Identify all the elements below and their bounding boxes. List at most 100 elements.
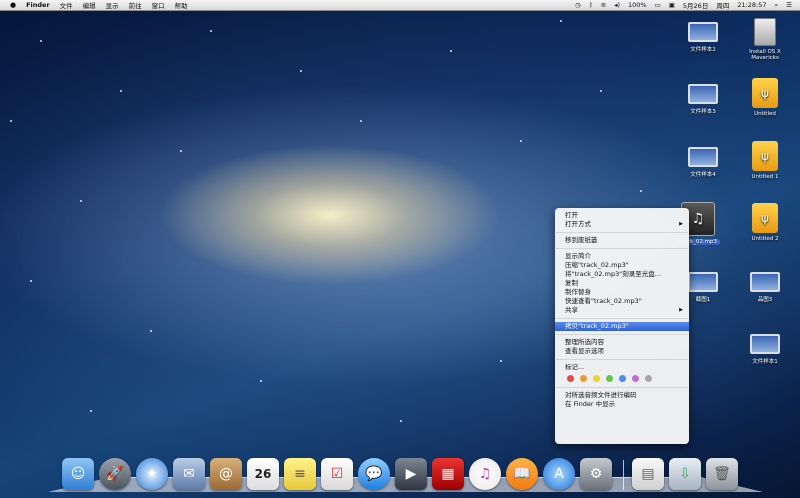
ctx-quick-look[interactable]: 快速查看"track_02.mp3" [555, 297, 689, 306]
context-menu: 打开 打开方式 ▶ 移到废纸篓 显示简介 压缩"track_02.mp3" 将"… [555, 208, 689, 444]
trash-icon[interactable]: 🗑 [706, 458, 738, 490]
submenu-arrow-icon: ▶ [679, 221, 683, 227]
ctx-make-alias[interactable]: 制作替身 [555, 288, 689, 297]
menu-window[interactable]: 窗口 [152, 0, 165, 10]
tag-yellow[interactable] [593, 374, 600, 382]
desktop-icon-label: 文件样本4 [690, 172, 716, 178]
tag-green[interactable] [606, 374, 613, 382]
tag-red[interactable] [567, 374, 574, 382]
desktop-icon-doc4[interactable]: 文件样本4 [675, 147, 731, 178]
tag-orange[interactable] [580, 374, 587, 382]
screenshot-file-icon [750, 334, 780, 354]
ctx-open-with-label: 打开方式 [565, 220, 591, 228]
menu-view[interactable]: 显示 [106, 0, 119, 10]
calendar-icon[interactable]: 26 [247, 458, 279, 490]
ctx-duplicate[interactable]: 复制 [555, 279, 689, 288]
screenshot-file-icon [688, 22, 718, 42]
ctx-burn[interactable]: 将"track_02.mp3"刻录至光盘... [555, 270, 689, 279]
system-preferences-icon[interactable]: ⚙ [580, 458, 612, 490]
tag-gray[interactable] [645, 374, 652, 382]
desktop-icon-label: 品图3 [757, 297, 773, 303]
document-stack-icon[interactable]: ▤ [632, 458, 664, 490]
ctx-share[interactable]: 共享 ▶ [555, 306, 689, 315]
ctx-clean-up[interactable]: 整理所选内容 [555, 338, 689, 347]
ctx-get-info[interactable]: 显示简介 [555, 252, 689, 261]
ctx-view-options[interactable]: 查看显示选项 [555, 347, 689, 356]
desktop-icon-label: Untitled [754, 111, 776, 117]
bluetooth-icon[interactable]: ᛒ [589, 1, 593, 9]
ctx-copy-item[interactable]: 拷贝"track_02.mp3" [555, 322, 689, 331]
ibooks-icon[interactable]: 📖 [506, 458, 538, 490]
contacts-icon[interactable]: @ [210, 458, 242, 490]
launchpad-icon[interactable]: 🚀 [99, 458, 131, 490]
desktop-icon-doc1[interactable]: 文件样本1 [737, 334, 793, 365]
ctx-open[interactable]: 打开 [555, 211, 689, 220]
ctx-encode-audio[interactable]: 对所选音频文件进行编码 [555, 391, 689, 400]
desktop-icon-untitled[interactable]: ψ Untitled [737, 78, 793, 117]
notification-center-icon[interactable]: ☰ [786, 1, 792, 9]
finder-icon[interactable]: ☺ [62, 458, 94, 490]
battery-percent[interactable]: 100% [628, 1, 647, 9]
menu-divider [556, 318, 688, 319]
menu-file[interactable]: 文件 [60, 0, 73, 10]
desktop-icon-installer[interactable]: Install OS X Mavericks [737, 18, 793, 61]
safari-icon[interactable]: ✦ [136, 458, 168, 490]
battery-icon[interactable]: ▭ [655, 1, 661, 9]
ctx-move-to-trash[interactable]: 移到废纸篓 [555, 236, 689, 245]
reminders-icon[interactable]: ☑ [321, 458, 353, 490]
screenshot-file-icon [750, 272, 780, 292]
ctx-share-label: 共享 [565, 306, 578, 314]
spotlight-icon[interactable]: ⌕ [775, 1, 779, 10]
desktop-icon-label: 文件样本1 [752, 359, 778, 365]
itunes-icon[interactable]: ♫ [469, 458, 501, 490]
calendar-day: 26 [254, 467, 272, 481]
menubar-time[interactable]: 21:28:57 [737, 1, 766, 9]
menu-go[interactable]: 前往 [129, 0, 142, 10]
desktop-icon-doc3[interactable]: 文件样本3 [675, 84, 731, 115]
messages-icon[interactable]: 💬 [358, 458, 390, 490]
time-machine-icon[interactable]: ◷ [575, 1, 581, 9]
submenu-arrow-icon: ▶ [679, 307, 683, 313]
tag-purple[interactable] [632, 374, 639, 382]
menubar-weekday[interactable]: 周四 [716, 0, 729, 10]
disk-image-icon [754, 18, 776, 46]
menu-divider [556, 387, 688, 388]
desktop-icon-label: 文件样本2 [690, 47, 716, 53]
desktop-icon-label: 文件样本3 [690, 109, 716, 115]
ctx-compress[interactable]: 压缩"track_02.mp3" [555, 261, 689, 270]
menu-divider [556, 248, 688, 249]
volume-icon[interactable]: ◂) [614, 1, 620, 9]
wifi-icon[interactable]: ≋ [601, 1, 606, 9]
desktop-icon-untitled1[interactable]: ψ Untitled 1 [737, 141, 793, 180]
app-store-icon[interactable]: A [543, 458, 575, 490]
apple-menu-icon[interactable]: ● [10, 1, 16, 9]
ctx-open-with[interactable]: 打开方式 ▶ [555, 220, 689, 229]
ctx-show-in-finder[interactable]: 在 Finder 中显示 [555, 400, 689, 409]
facetime-icon[interactable]: ▶ [395, 458, 427, 490]
menu-divider [556, 232, 688, 233]
menubar-date[interactable]: 5月26日 [683, 0, 708, 10]
input-source-icon[interactable]: ▣ [669, 1, 675, 9]
desktop-icon-untitled2[interactable]: ψ Untitled 2 [737, 203, 793, 242]
screenshot-file-icon [688, 84, 718, 104]
menu-divider [556, 334, 688, 335]
ctx-tags[interactable]: 标记... [555, 363, 689, 372]
mail-icon[interactable]: ✉ [173, 458, 205, 490]
desktop-icon-doc2[interactable]: 文件样本2 [675, 22, 731, 53]
desktop-icon-label: Untitled 2 [751, 236, 779, 242]
usb-drive-icon: ψ [752, 203, 778, 233]
notes-icon[interactable]: ≡ [284, 458, 316, 490]
downloads-stack-icon[interactable]: ⇩ [669, 458, 701, 490]
tag-blue[interactable] [619, 374, 626, 382]
desktop-icon-label: Untitled 1 [751, 174, 779, 180]
usb-drive-icon: ψ [752, 78, 778, 108]
dock-divider [623, 460, 624, 490]
photo-booth-icon[interactable]: ▦ [432, 458, 464, 490]
tag-color-row [555, 372, 689, 384]
menu-app-finder[interactable]: Finder [26, 1, 50, 9]
menu-edit[interactable]: 编辑 [83, 0, 96, 10]
menu-help[interactable]: 帮助 [175, 0, 188, 10]
dock: ☺ 🚀 ✦ ✉ @ 26 ≡ ☑ 💬 ▶ ▦ ♫ 📖 A ⚙ ▤ ⇩ 🗑 [62, 450, 752, 490]
screenshot-file-icon [688, 272, 718, 292]
desktop-icon-img3[interactable]: 品图3 [737, 272, 793, 303]
